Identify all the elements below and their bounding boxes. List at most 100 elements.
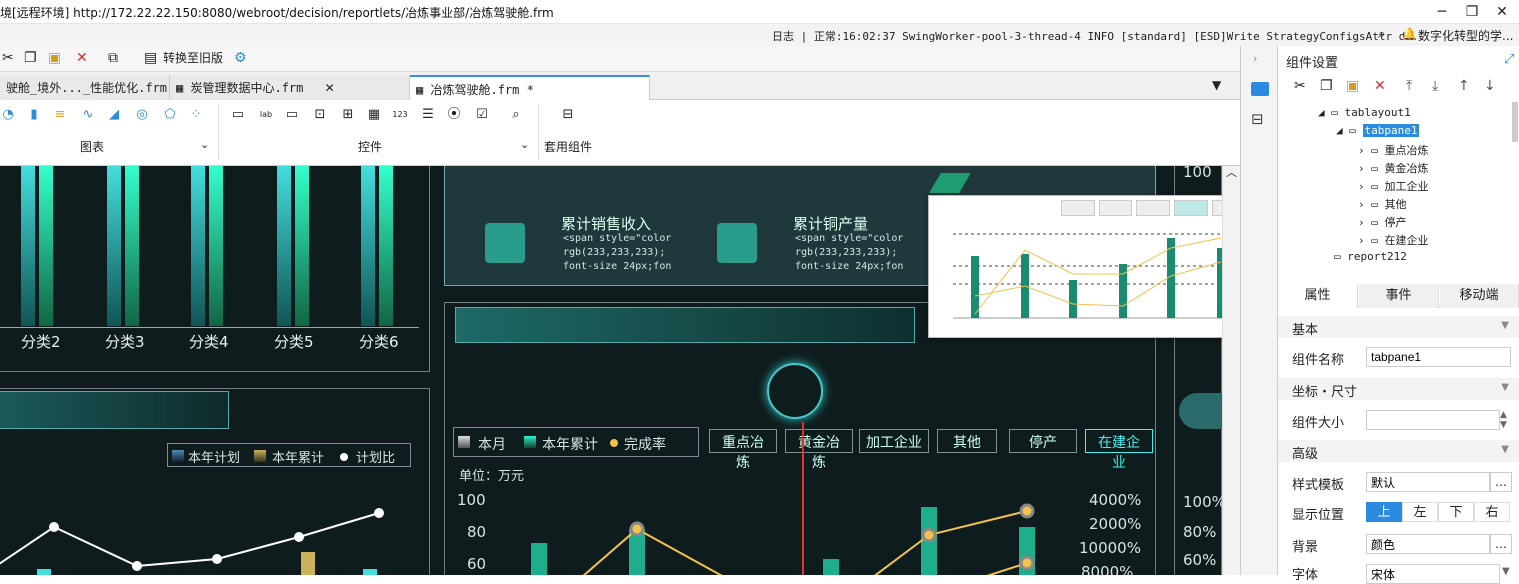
number-widget-icon[interactable]: 123 <box>392 108 408 122</box>
tree-node-tab[interactable]: › ▭ 在建企业 <box>1358 232 1429 248</box>
textarea-widget-icon[interactable]: ☰ <box>420 108 436 122</box>
tag-construction[interactable]: 在建企业 <box>1085 429 1153 471</box>
search-widget-icon[interactable]: ⌕ <box>508 108 524 122</box>
log-message[interactable]: 日志 | 正常:16:02:37 SwingWorker-pool-3-thre… <box>772 28 1425 44</box>
close-icon[interactable]: ✕ <box>325 81 335 95</box>
chevron-up-icon[interactable]: ︿ <box>1226 164 1237 180</box>
line-chart-widget[interactable]: 本年计划 本年累计 计划比 <box>0 388 430 575</box>
component-settings-icon[interactable] <box>1251 82 1269 96</box>
html-snippet: rgb(233,233,233); <box>795 247 898 258</box>
label-widget-icon[interactable]: lab <box>258 108 274 122</box>
tab-events[interactable]: 事件 <box>1359 284 1439 308</box>
cut-icon[interactable]: ✂ <box>1294 78 1306 94</box>
bar-chart-icon[interactable]: ▮ <box>26 108 42 122</box>
button-widget-icon[interactable]: ▭ <box>230 108 246 122</box>
tree-node-tab[interactable]: › ▭ 停产 <box>1358 214 1407 230</box>
tag-key-smelting[interactable]: 重点冶炼 <box>709 429 777 471</box>
tree-node-tab[interactable]: › ▭ 加工企业 <box>1358 178 1429 194</box>
chevron-down-icon[interactable]: ▼ <box>1502 566 1510 577</box>
radar-icon[interactable]: ⬠ <box>162 108 178 122</box>
pie-chart-icon[interactable]: ◔ <box>0 108 16 122</box>
tab-properties[interactable]: 属性 <box>1278 284 1358 308</box>
tab-file-1[interactable]: 驶舱_境外..._性能优化.frm <box>0 75 170 100</box>
tree-node-tab[interactable]: › ▭ 其他 <box>1358 196 1407 212</box>
tag-stopped[interactable]: 停产 <box>1009 429 1077 453</box>
delete-icon[interactable]: ✕ <box>76 50 88 66</box>
component-name-input[interactable] <box>1366 347 1511 367</box>
cut-icon[interactable]: ✂ <box>2 50 14 66</box>
hbar-chart-icon[interactable]: ≡ <box>52 108 68 122</box>
tree-node-report[interactable]: ▭ report212 <box>1334 250 1407 263</box>
more-button[interactable]: … <box>1490 472 1512 492</box>
bar <box>277 166 291 326</box>
tab-file-3[interactable]: ▦ 冶炼驾驶舱.frm * <box>410 75 650 100</box>
search-icon[interactable]: ⌕ <box>1378 27 1385 42</box>
legend: 本月 本年累计 完成率 <box>453 427 699 457</box>
section-basic[interactable]: 基本 ▼ <box>1278 316 1519 338</box>
stepper-icon[interactable]: ▲ ▼ <box>1500 410 1507 430</box>
area-chart-icon[interactable]: ◢ <box>106 108 122 122</box>
tree-node-tabpane[interactable]: ◢ ▭ tabpane1 <box>1336 124 1420 137</box>
position-top-option[interactable]: 上 <box>1366 502 1402 522</box>
copy-icon[interactable]: ❐ <box>1320 78 1333 94</box>
tree-widget-icon[interactable]: ⊞ <box>340 108 356 122</box>
notice-text[interactable]: 数字化转型的学... <box>1418 27 1519 44</box>
preview-icon[interactable]: ⧉ <box>108 50 118 66</box>
move-up-icon[interactable]: ↑ <box>1458 78 1470 94</box>
layout-icon[interactable]: ⊟ <box>1251 110 1264 128</box>
section-advanced[interactable]: 高级 ▼ <box>1278 440 1519 462</box>
position-left-option[interactable]: 左 <box>1402 502 1438 522</box>
position-bottom-option[interactable]: 下 <box>1438 502 1474 522</box>
chevron-down-icon[interactable]: ⌄ <box>520 138 529 151</box>
style-template-input[interactable] <box>1366 472 1490 492</box>
paste-icon[interactable]: ▣ <box>1346 78 1359 94</box>
tree-node-tab[interactable]: › ▭ 黄金冶炼 <box>1358 160 1429 176</box>
move-down-icon[interactable]: ↓ <box>1484 78 1496 94</box>
gauge-icon[interactable]: ◎ <box>134 108 150 122</box>
expand-icon[interactable]: ⤢ <box>1504 52 1514 67</box>
bar-chart-widget[interactable]: 分类2 分类3 分类4 分类5 分类6 <box>0 166 430 372</box>
close-window-button[interactable]: ✕ <box>1492 2 1512 22</box>
tree-scrollbar[interactable] <box>1512 102 1518 142</box>
tag-gold-smelting[interactable]: 黄金冶炼 <box>785 429 853 471</box>
maximize-button[interactable]: ❐ <box>1462 2 1482 22</box>
checkbox-widget-icon[interactable]: ☑ <box>474 108 490 122</box>
delete-icon[interactable]: ✕ <box>1374 78 1386 94</box>
background-input[interactable] <box>1366 534 1490 554</box>
tab-file-2[interactable]: ▦ 炭管理数据中心.frm ✕ <box>170 75 410 100</box>
section-coord[interactable]: 坐标・尺寸 ▼ <box>1278 378 1519 400</box>
line-chart-icon[interactable]: ∿ <box>80 108 96 122</box>
bell-icon[interactable]: 🔔 <box>1402 27 1417 41</box>
radio-widget-icon[interactable]: ⦿ <box>446 108 462 122</box>
guide-line <box>802 422 804 575</box>
scatter-icon[interactable]: ⁘ <box>188 108 204 122</box>
tag-processing[interactable]: 加工企业 <box>859 429 929 453</box>
switch-old-button[interactable]: 转换至旧版 <box>163 50 223 66</box>
copy-icon[interactable]: ❐ <box>24 50 37 66</box>
tree-node-tab[interactable]: › ▭ 重点冶炼 <box>1358 142 1429 158</box>
chevron-right-icon[interactable]: › <box>1253 52 1257 65</box>
paste-icon[interactable]: ▣ <box>48 50 61 66</box>
legend-swatch <box>172 450 184 462</box>
textfield-widget-icon[interactable]: ▭ <box>284 108 300 122</box>
switch-old-icon: ▤ <box>144 50 158 66</box>
position-right-option[interactable]: 右 <box>1474 502 1510 522</box>
tab-menu-icon[interactable]: ▼ <box>1212 78 1221 92</box>
canvas-scrollbar[interactable]: ︿ <box>1222 166 1240 575</box>
combo-widget-icon[interactable]: ⊡ <box>312 108 328 122</box>
move-bottom-icon[interactable]: ⤓ <box>1432 78 1438 94</box>
tree-node-tablayout[interactable]: ◢ ▭ tablayout1 <box>1318 106 1411 119</box>
plugin-icon[interactable]: ⚙ <box>234 50 247 66</box>
tab-mobile[interactable]: 移动端 <box>1440 284 1519 308</box>
axis-tick: 100 <box>1183 166 1212 181</box>
move-top-icon[interactable]: ⤒ <box>1406 78 1412 94</box>
main-chart-widget[interactable]: 本月 本年累计 完成率 单位：万元 重点冶炼 黄金冶炼 加工企业 其他 停产 在… <box>444 302 1156 575</box>
minimize-button[interactable]: ─ <box>1432 2 1452 22</box>
size-input[interactable] <box>1366 410 1500 430</box>
tag-other[interactable]: 其他 <box>937 429 997 453</box>
more-button[interactable]: … <box>1490 534 1512 554</box>
date-widget-icon[interactable]: ▦ <box>366 108 382 122</box>
template-icon[interactable]: ⊟ <box>560 108 576 122</box>
font-input[interactable] <box>1366 564 1500 584</box>
chevron-down-icon[interactable]: ⌄ <box>200 138 209 151</box>
